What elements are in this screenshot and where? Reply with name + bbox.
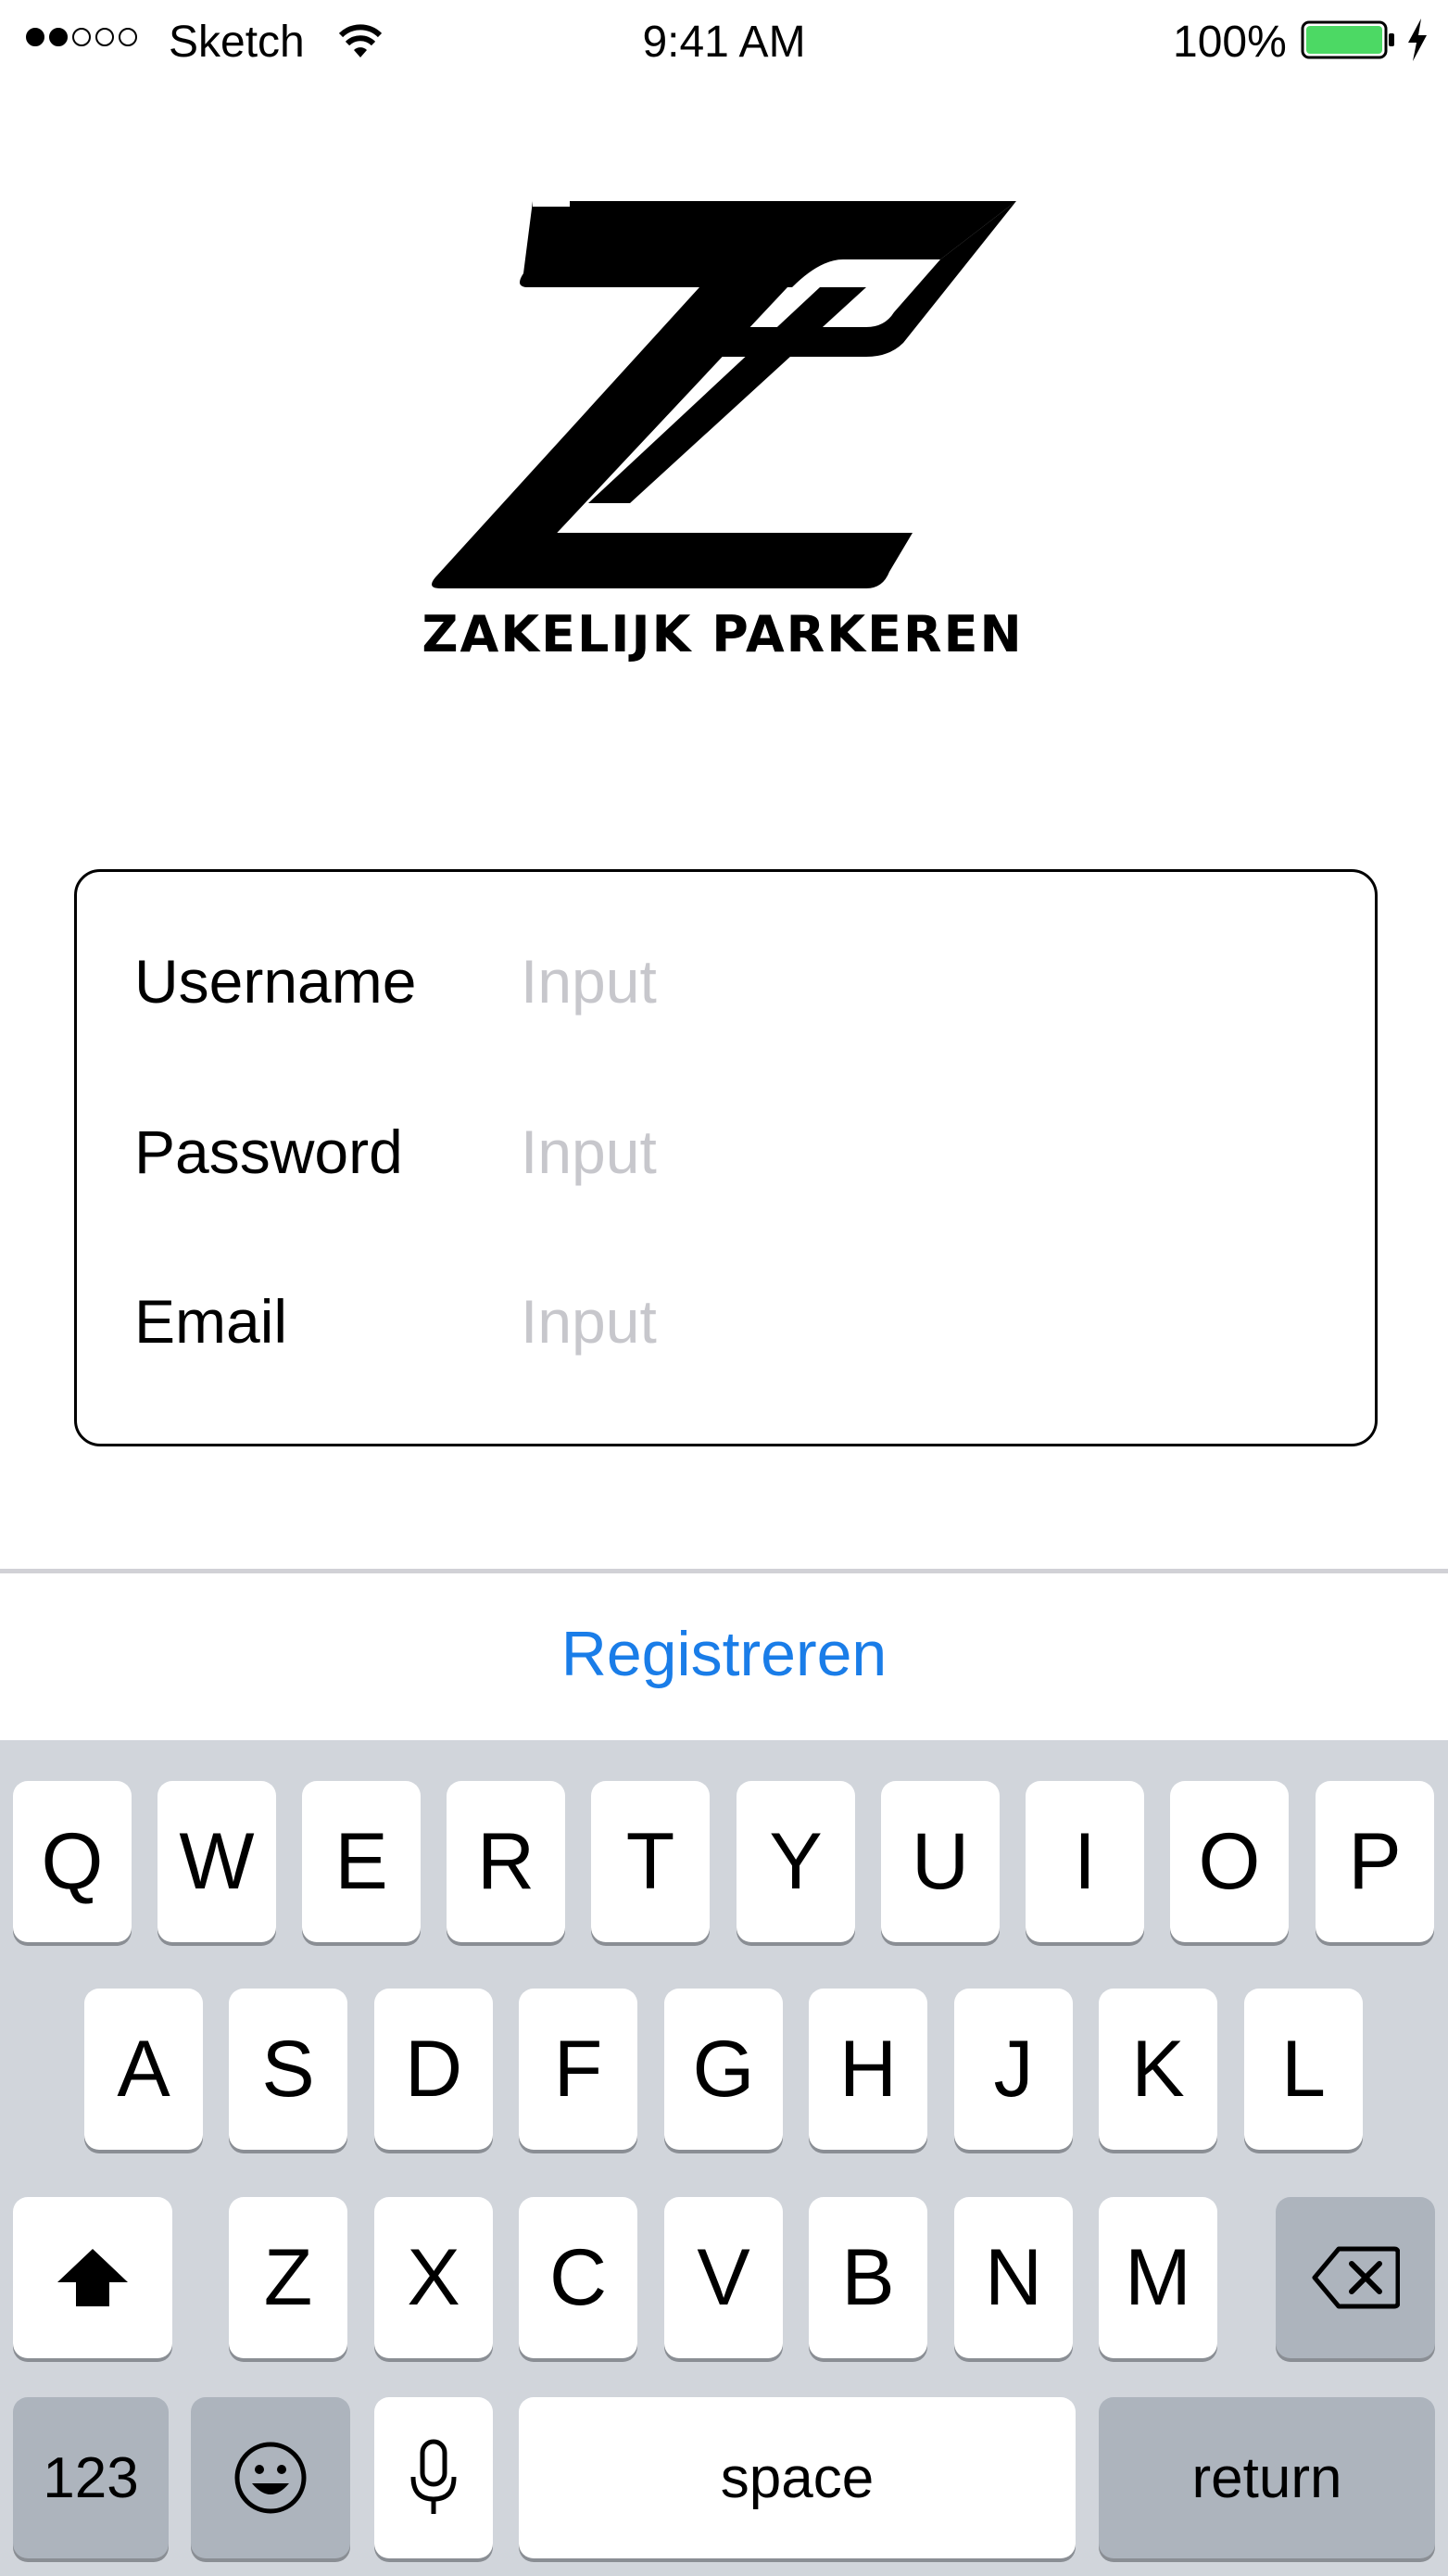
email-row: Email bbox=[134, 1280, 1262, 1363]
battery-icon bbox=[1301, 20, 1394, 59]
key-p[interactable]: P bbox=[1316, 1781, 1434, 1942]
email-input[interactable] bbox=[521, 1286, 1262, 1357]
battery-percentage: 100% bbox=[1173, 18, 1287, 67]
register-bar: Registreren bbox=[0, 1569, 1448, 1740]
key-x[interactable]: X bbox=[374, 2197, 493, 2358]
key-y[interactable]: Y bbox=[737, 1781, 855, 1942]
key-e[interactable]: E bbox=[302, 1781, 421, 1942]
password-label: Password bbox=[134, 1118, 403, 1186]
password-row: Password bbox=[134, 1110, 1262, 1193]
emoji-icon bbox=[234, 2442, 307, 2514]
numbers-key[interactable]: 123 bbox=[13, 2397, 169, 2558]
key-b[interactable]: B bbox=[809, 2197, 927, 2358]
numbers-key-label: 123 bbox=[43, 2445, 139, 2510]
key-n[interactable]: N bbox=[954, 2197, 1073, 2358]
charging-bolt-icon bbox=[1408, 19, 1427, 61]
key-k[interactable]: K bbox=[1099, 1989, 1217, 2150]
key-i[interactable]: I bbox=[1026, 1781, 1144, 1942]
shift-key[interactable] bbox=[13, 2197, 172, 2358]
key-o[interactable]: O bbox=[1170, 1781, 1289, 1942]
key-m[interactable]: M bbox=[1099, 2197, 1217, 2358]
key-f[interactable]: F bbox=[519, 1989, 637, 2150]
app-logo: ZAKELIJK PARKEREN bbox=[422, 190, 1024, 672]
key-v[interactable]: V bbox=[664, 2197, 783, 2358]
dictation-key[interactable] bbox=[374, 2397, 493, 2558]
key-z[interactable]: Z bbox=[229, 2197, 347, 2358]
username-input[interactable] bbox=[521, 946, 1262, 1017]
key-w[interactable]: W bbox=[157, 1781, 276, 1942]
key-u[interactable]: U bbox=[881, 1781, 1000, 1942]
microphone-icon bbox=[410, 2439, 457, 2514]
key-j[interactable]: J bbox=[954, 1989, 1073, 2150]
key-c[interactable]: C bbox=[519, 2197, 637, 2358]
key-s[interactable]: S bbox=[229, 1989, 347, 2150]
emoji-key[interactable] bbox=[191, 2397, 350, 2558]
return-key-label: return bbox=[1191, 2445, 1342, 2510]
key-d[interactable]: D bbox=[374, 1989, 493, 2150]
register-button[interactable]: Registreren bbox=[0, 1618, 1448, 1690]
logo-mark bbox=[432, 201, 1016, 588]
space-key[interactable]: space bbox=[519, 2397, 1076, 2558]
email-label: Email bbox=[134, 1287, 288, 1356]
password-input[interactable] bbox=[521, 1117, 1262, 1187]
status-bar: Sketch 9:41 AM 100% bbox=[0, 0, 1448, 83]
key-a[interactable]: A bbox=[84, 1989, 203, 2150]
key-q[interactable]: Q bbox=[13, 1781, 132, 1942]
return-key[interactable]: return bbox=[1099, 2397, 1435, 2558]
delete-key[interactable] bbox=[1276, 2197, 1435, 2358]
username-label: Username bbox=[134, 947, 417, 1016]
space-key-label: space bbox=[720, 2445, 875, 2510]
backspace-icon bbox=[1312, 2246, 1400, 2309]
key-g[interactable]: G bbox=[664, 1989, 783, 2150]
registration-form: Username Password Email bbox=[74, 869, 1378, 1446]
key-t[interactable]: T bbox=[591, 1781, 710, 1942]
key-r[interactable]: R bbox=[447, 1781, 565, 1942]
username-row: Username bbox=[134, 940, 1262, 1023]
keyboard: Q W E R T Y U I O P A S D F G H J K L Z … bbox=[0, 1740, 1448, 2576]
key-l[interactable]: L bbox=[1244, 1989, 1363, 2150]
logo-text: ZAKELIJK PARKEREN bbox=[422, 605, 1024, 663]
shift-arrow-icon bbox=[57, 2249, 128, 2306]
key-h[interactable]: H bbox=[809, 1989, 927, 2150]
